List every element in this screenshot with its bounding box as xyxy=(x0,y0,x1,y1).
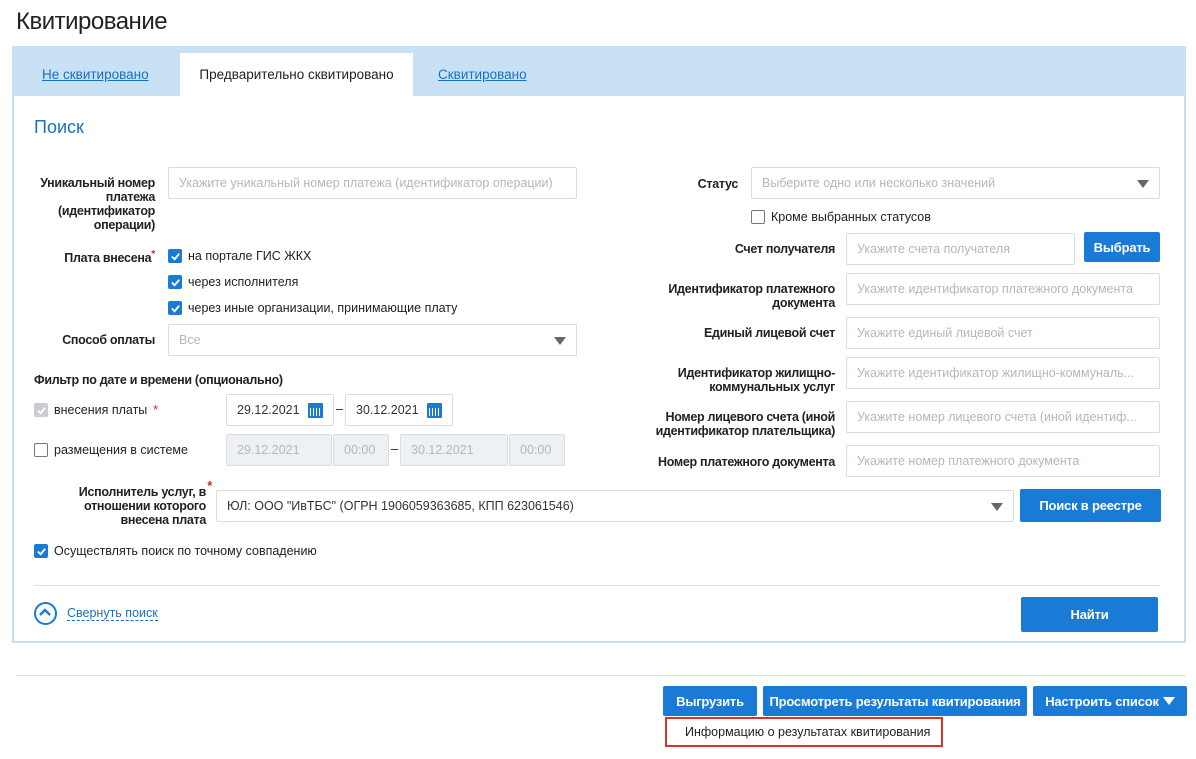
registry-search-button[interactable]: Поиск в реестре xyxy=(1020,489,1161,522)
payment-date-to[interactable]: 30.12.2021 xyxy=(345,394,453,426)
payment-date-from[interactable]: 29.12.2021 xyxy=(226,394,334,426)
personal-account-label: Номер лицевого счета (иной идентификатор… xyxy=(655,410,836,438)
paid-via-other-checkbox[interactable]: через иные организации, принимающие плат… xyxy=(168,301,457,315)
except-statuses-checkbox[interactable]: Кроме выбранных статусов xyxy=(751,210,931,224)
chevron-down-icon xyxy=(1137,180,1149,188)
chevron-down-icon xyxy=(991,503,1003,511)
placement-date-checkbox[interactable]: размещения в системе xyxy=(34,443,188,457)
status-label: Статус xyxy=(697,177,739,191)
payment-doc-id-input[interactable]: Укажите идентификатор платежного докумен… xyxy=(846,273,1160,305)
select-account-button[interactable]: Выбрать xyxy=(1084,232,1160,262)
tab-pre-reconciled[interactable]: Предварительно сквитировано xyxy=(180,53,413,96)
paid-via-portal-checkbox[interactable]: на портале ГИС ЖКХ xyxy=(168,249,311,263)
calendar-icon[interactable] xyxy=(308,403,323,418)
calendar-icon[interactable] xyxy=(427,403,442,418)
placement-date-to: 30.12.2021 xyxy=(400,434,508,466)
placement-time-to: 00:00 xyxy=(509,434,565,466)
hcs-id-input[interactable]: Укажите идентификатор жилищно-коммуналь.… xyxy=(846,357,1160,389)
payment-date-checkbox[interactable]: внесения платы * xyxy=(34,403,158,417)
checkbox-checked-icon xyxy=(34,403,48,417)
collapse-icon[interactable] xyxy=(34,602,57,625)
payment-method-value: Все xyxy=(179,333,201,347)
view-results-button[interactable]: Просмотреть результаты квитирования xyxy=(763,686,1027,716)
results-info-menu-item[interactable]: Информацию о результатах квитирования xyxy=(665,717,943,747)
payment-method-label: Способ оплаты xyxy=(62,333,155,347)
checkbox-checked-icon xyxy=(168,301,182,315)
search-heading: Поиск xyxy=(34,117,84,137)
unique-number-label: Уникальный номер платежа (идентификатор … xyxy=(40,176,155,232)
find-button[interactable]: Найти xyxy=(1021,597,1158,632)
executor-label: Исполнитель услуг, в отношении которого … xyxy=(78,479,212,527)
divider xyxy=(16,675,1186,676)
divider xyxy=(34,585,1160,586)
payment-doc-number-label: Номер платежного документа xyxy=(658,455,835,469)
payment-doc-id-label: Идентификатор платежного документа xyxy=(668,282,835,310)
tab-reconciled[interactable]: Сквитировано xyxy=(438,67,527,82)
unique-number-input[interactable]: Укажите уникальный номер платежа (иденти… xyxy=(168,167,577,199)
configure-list-button[interactable]: Настроить список xyxy=(1033,686,1187,716)
collapse-search-link[interactable]: Свернуть поиск xyxy=(67,606,158,621)
placement-date-from: 29.12.2021 xyxy=(226,434,332,466)
checkbox-unchecked-icon xyxy=(751,210,765,224)
single-account-label: Единый лицевой счет xyxy=(703,326,835,340)
date-range-dash: – xyxy=(390,441,399,456)
export-button[interactable]: Выгрузить xyxy=(663,686,757,716)
paid-via-label: Плата внесена* xyxy=(64,249,155,266)
tab-not-reconciled[interactable]: Не сквитировано xyxy=(42,67,149,82)
paid-via-executor-checkbox[interactable]: через исполнителя xyxy=(168,275,298,289)
single-account-input[interactable]: Укажите единый лицевой счет xyxy=(846,317,1160,349)
date-filter-heading: Фильтр по дате и времени (опционально) xyxy=(34,373,283,387)
checkbox-checked-icon xyxy=(34,544,48,558)
recipient-account-input[interactable]: Укажите счета получателя xyxy=(846,233,1075,265)
page-title: Квитирование xyxy=(16,8,168,35)
date-range-dash: – xyxy=(335,401,344,416)
checkbox-checked-icon xyxy=(168,249,182,263)
checkbox-checked-icon xyxy=(168,275,182,289)
placement-time-from: 00:00 xyxy=(333,434,389,466)
status-select[interactable]: Выберите одно или несколько значений xyxy=(751,167,1160,199)
checkbox-unchecked-icon xyxy=(34,443,48,457)
payment-method-select[interactable]: Все xyxy=(168,324,577,356)
exact-match-checkbox[interactable]: Осуществлять поиск по точному совпадению xyxy=(34,544,317,558)
caret-down-icon xyxy=(1162,697,1175,705)
chevron-down-icon xyxy=(554,337,566,345)
recipient-account-label: Счет получателя xyxy=(734,242,835,256)
payment-doc-number-input[interactable]: Укажите номер платежного документа xyxy=(846,445,1160,477)
personal-account-input[interactable]: Укажите номер лицевого счета (иной идент… xyxy=(846,401,1160,433)
executor-select[interactable]: ЮЛ: ООО "ИвТБС" (ОГРН 1906059363685, КПП… xyxy=(216,490,1014,522)
hcs-id-label: Идентификатор жилищно-коммунальных услуг xyxy=(677,366,836,394)
